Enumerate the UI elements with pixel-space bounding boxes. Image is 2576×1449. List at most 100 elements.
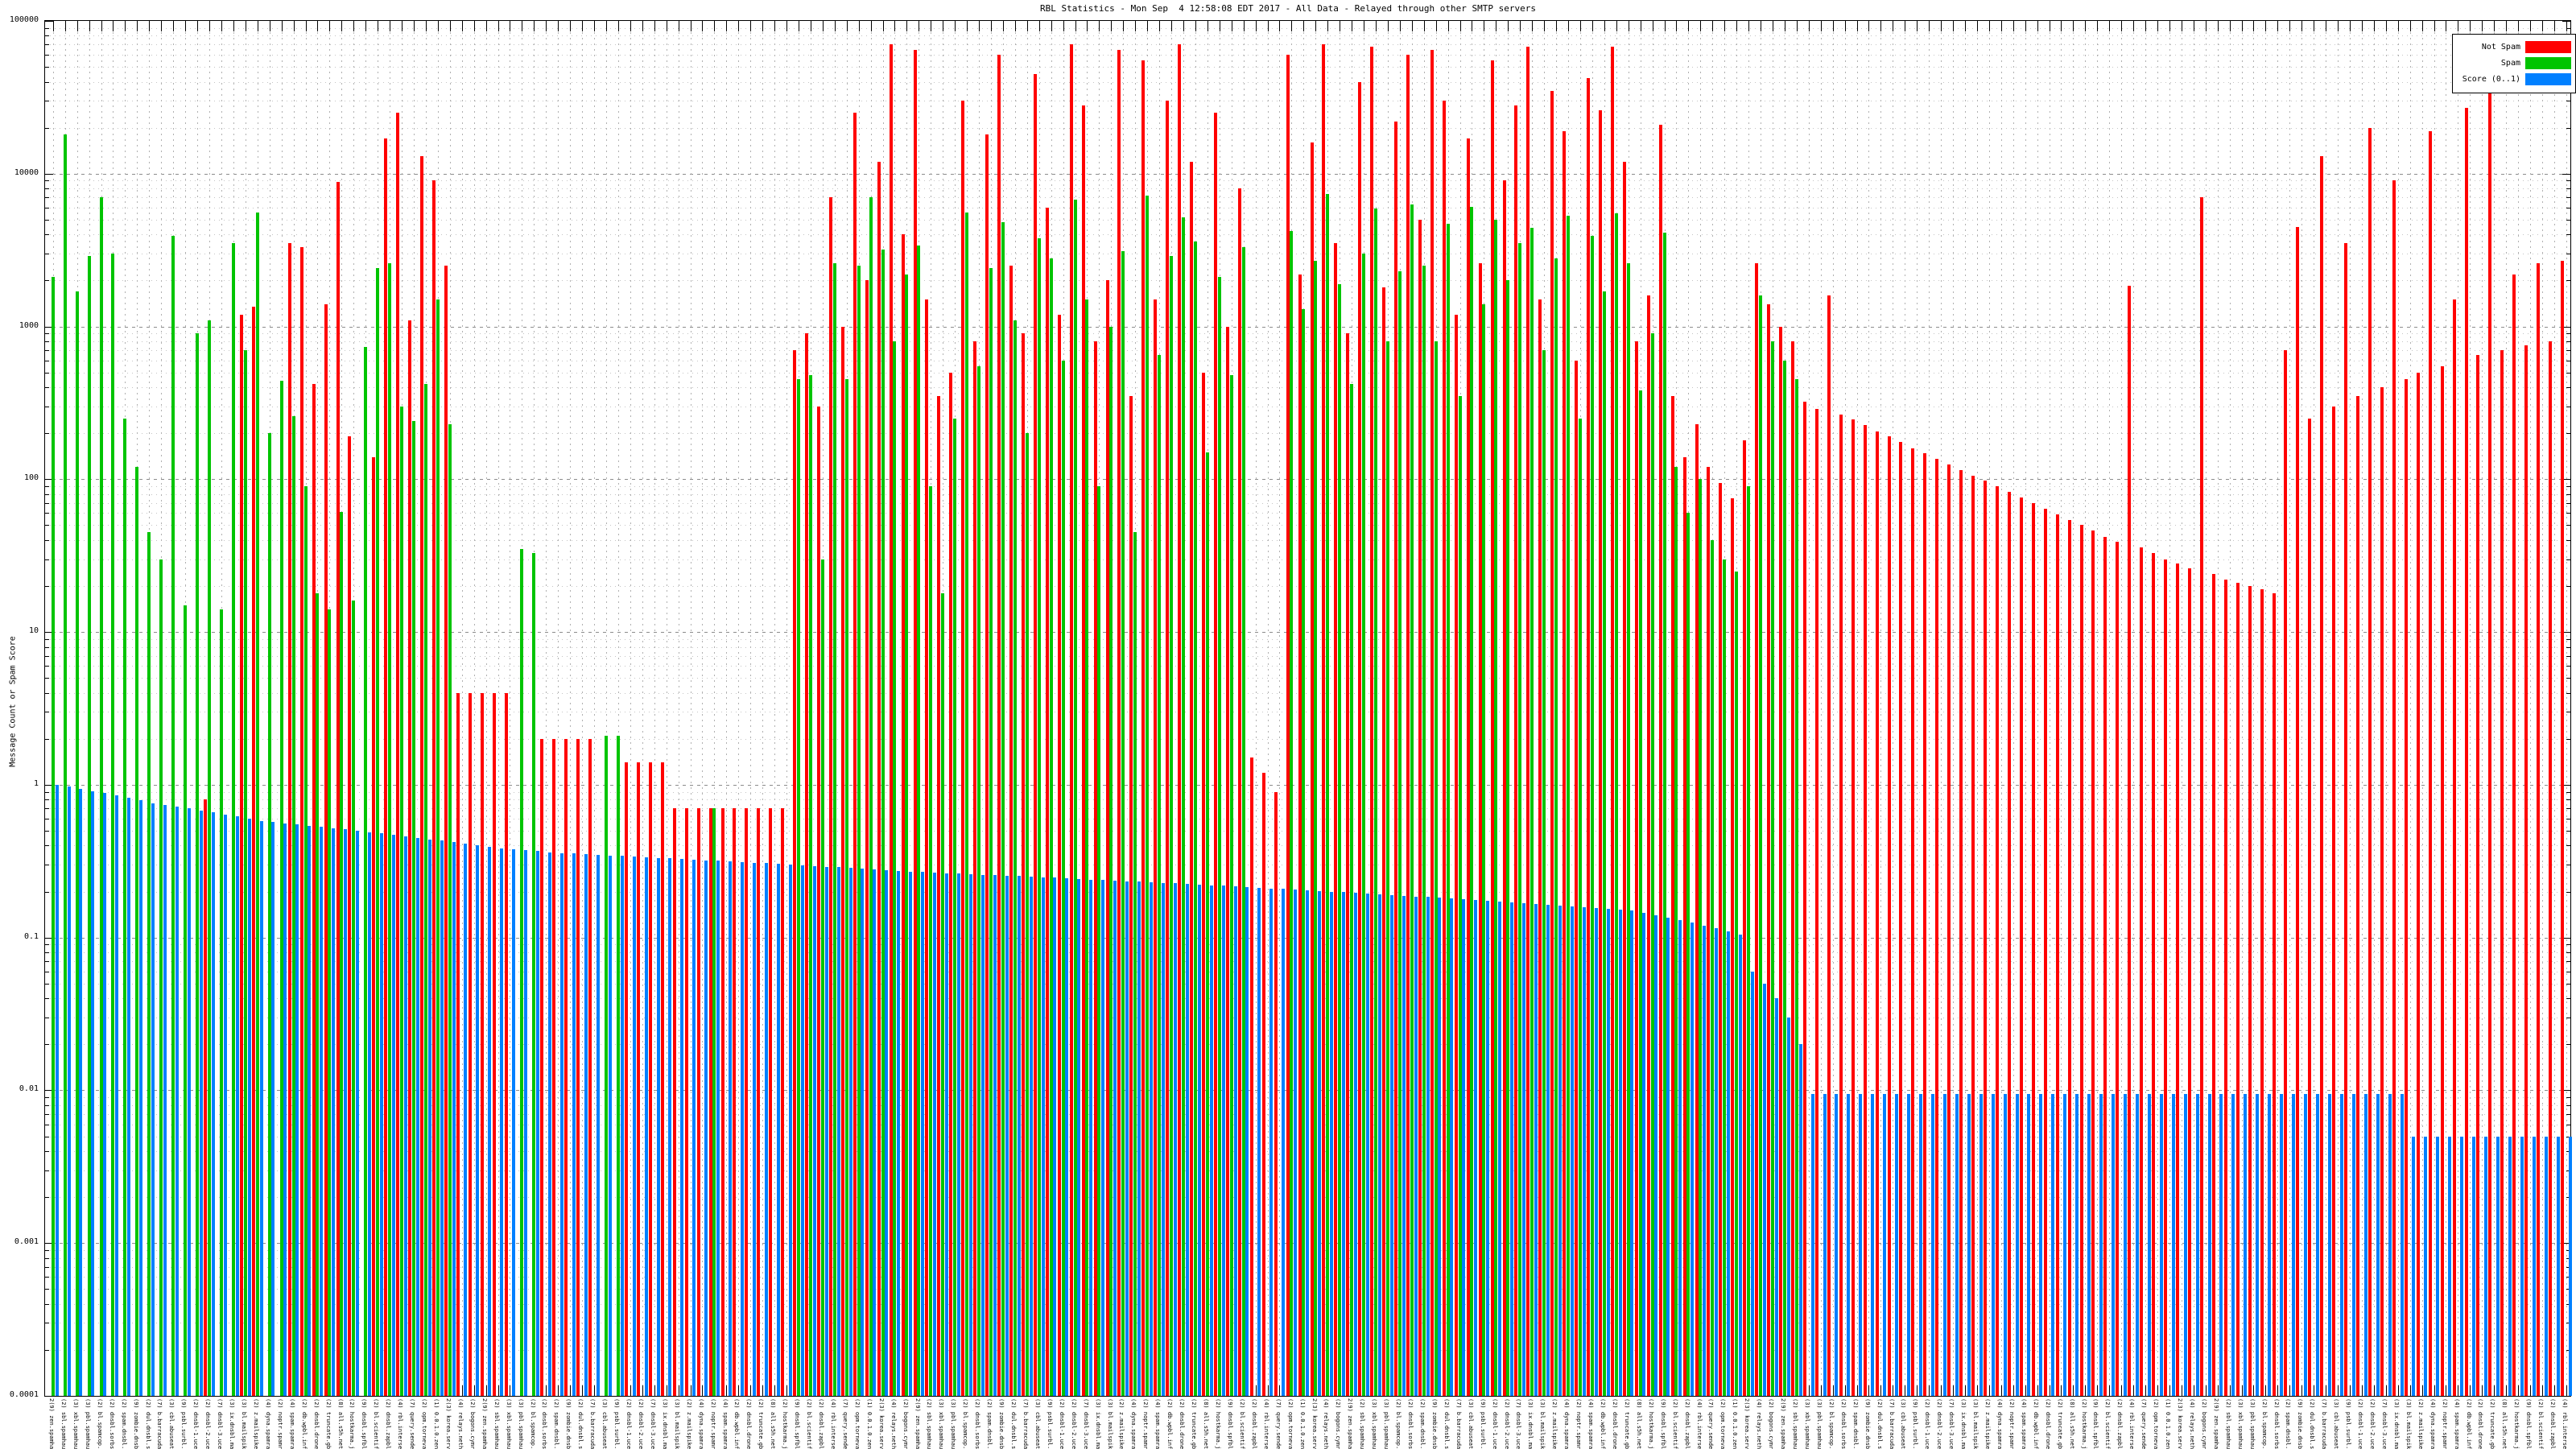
x-tick-label: (2) spam.dnsbl.sorbs.net: [1852, 1398, 1859, 1449]
x-tick-label: (7) b.barracudacentral.org 1 hop: [2320, 1398, 2327, 1449]
bar-not-spam: [444, 266, 448, 1396]
bottom-tick: [2350, 1385, 2351, 1396]
gridline-vertical: [630, 21, 631, 1396]
gridline-vertical: [2506, 21, 2507, 1396]
top-tick: [642, 21, 643, 31]
bar-not-spam: [2356, 396, 2359, 1396]
bar-not-spam: [1443, 101, 1446, 1396]
bottom-tick: [2542, 1385, 2543, 1396]
x-tick-label: (3) ix.dnsbl.manitu.net 1 hop: [229, 1398, 235, 1449]
bar-spam: [1579, 418, 1582, 1396]
bar-not-spam: [408, 320, 411, 1396]
top-tick: [1412, 21, 1413, 31]
top-tick: [738, 21, 739, 31]
top-tick: [1676, 21, 1677, 31]
y-minor-tick-right: [2566, 127, 2570, 129]
bar-not-spam: [1129, 396, 1133, 1396]
bar-score: [476, 845, 479, 1396]
bar-score: [248, 818, 251, 1396]
gridline-vertical: [1953, 21, 1954, 1396]
x-tick-label: (2) dnsbl.zapbl.net: [1684, 1398, 1690, 1449]
y-major-tick-right: [2562, 173, 2570, 175]
rbl-statistics-chart: RBL Statistics - Mon Sep 4 12:58:08 EDT …: [0, 0, 2576, 1449]
x-tick-label: (2) dnsbl.sorbs.net 1 hop: [974, 1398, 980, 1449]
bar-score: [2016, 1093, 2019, 1396]
x-tick-label: (2) db.wpbl.info 1 hop: [1600, 1398, 1606, 1449]
bar-score: [2304, 1093, 2307, 1396]
x-tick-label: (4) rbl.interserver.net 3 hops: [396, 1398, 403, 1449]
y-minor-tick-left: [45, 585, 49, 587]
y-major-tick-right: [2562, 21, 2570, 22]
x-tick-label: (7) dnsbl-3.uceprotect.net: [2381, 1398, 2388, 1449]
top-tick: [1291, 21, 1292, 31]
x-tick-label: (2) sbl.spamhaus.org 1 hop: [926, 1398, 932, 1449]
top-tick: [991, 21, 992, 31]
bar-score: [680, 859, 683, 1396]
top-tick: [558, 21, 559, 31]
bar-not-spam: [1022, 333, 1025, 1396]
y-minor-tick-right: [2566, 678, 2570, 679]
x-tick-label: 2(3) korea.services.net 6 hops: [444, 1398, 452, 1449]
bar-spam: [1386, 341, 1389, 1396]
bar-spam: [520, 548, 523, 1396]
bar-score: [488, 847, 491, 1396]
top-tick: [1592, 21, 1593, 31]
x-tick-label: (4) relays.nether.net: [457, 1398, 464, 1449]
bar-not-spam: [1406, 55, 1410, 1396]
top-tick: [1256, 21, 1257, 31]
bar-spam: [412, 421, 415, 1396]
bar-spam: [833, 262, 836, 1396]
bar-score: [933, 873, 936, 1396]
top-tick: [1724, 21, 1725, 31]
gridline-vertical: [726, 21, 727, 1396]
bar-score: [1607, 909, 1610, 1396]
bar-not-spam: [2212, 573, 2215, 1396]
top-tick: [1616, 21, 1617, 31]
bar-score: [320, 827, 323, 1396]
top-tick: [1712, 21, 1713, 31]
bottom-tick: [1809, 1385, 1810, 1396]
x-tick-label: (9) psbl.surbl.org 2 hops: [1046, 1398, 1053, 1449]
x-tick-label: (2) bogons.cymru.com 7 hops: [902, 1398, 909, 1449]
top-tick: [2206, 21, 2207, 31]
top-tick: [630, 21, 631, 31]
y-minor-tick-left: [45, 493, 49, 495]
x-tick-label: (9) psbl.surbl.org 2 hops: [2345, 1398, 2351, 1449]
bottom-tick: [2277, 1385, 2278, 1396]
bar-spam: [1338, 283, 1341, 1396]
y-minor-tick-left: [45, 738, 49, 740]
bar-score: [1642, 913, 1645, 1396]
y-minor-tick-left: [45, 1277, 49, 1278]
bar-spam: [64, 134, 67, 1396]
bar-score: [1763, 983, 1766, 1396]
gridline-vertical: [2530, 21, 2531, 1396]
bar-score: [212, 812, 215, 1396]
top-tick: [1063, 21, 1064, 31]
gridline-vertical: [594, 21, 595, 1396]
x-tick-label: (2) dnsbl.zapbl.net: [385, 1398, 391, 1449]
top-tick: [137, 21, 138, 31]
bar-spam: [1302, 308, 1305, 1396]
y-minor-tick-left: [45, 1349, 49, 1351]
bar-spam: [821, 559, 824, 1396]
top-tick: [570, 21, 571, 31]
bottom-tick: [1953, 1385, 1954, 1396]
bar-not-spam: [2116, 541, 2119, 1396]
x-tick-label: (2) hostkarma.junkemailfilter.com 1 hop: [1214, 1398, 1221, 1449]
bar-not-spam: [2500, 349, 2504, 1396]
bar-not-spam: [925, 299, 928, 1396]
top-tick: [1809, 21, 1810, 31]
bar-spam: [376, 268, 379, 1396]
x-tick-label: (3) cbl.abuseat.org: [1468, 1398, 1474, 1449]
x-tick-label: (3) cbl.abuseat.org: [2333, 1398, 2339, 1449]
bar-spam: [448, 423, 452, 1396]
bar-spam: [147, 532, 151, 1396]
bar-not-spam: [1514, 105, 1517, 1396]
bar-score: [1967, 1093, 1971, 1396]
x-tick-label: (9) zombie.dnsbl.sorbs.net 3 hops: [1864, 1398, 1871, 1449]
bar-score: [1462, 899, 1465, 1396]
gridline-vertical: [2109, 21, 2110, 1396]
x-tick-label: (4) rbl.interserver.net 3 hops: [1695, 1398, 1703, 1449]
bottom-tick: [2169, 1385, 2170, 1396]
bar-spam: [1206, 452, 1209, 1396]
